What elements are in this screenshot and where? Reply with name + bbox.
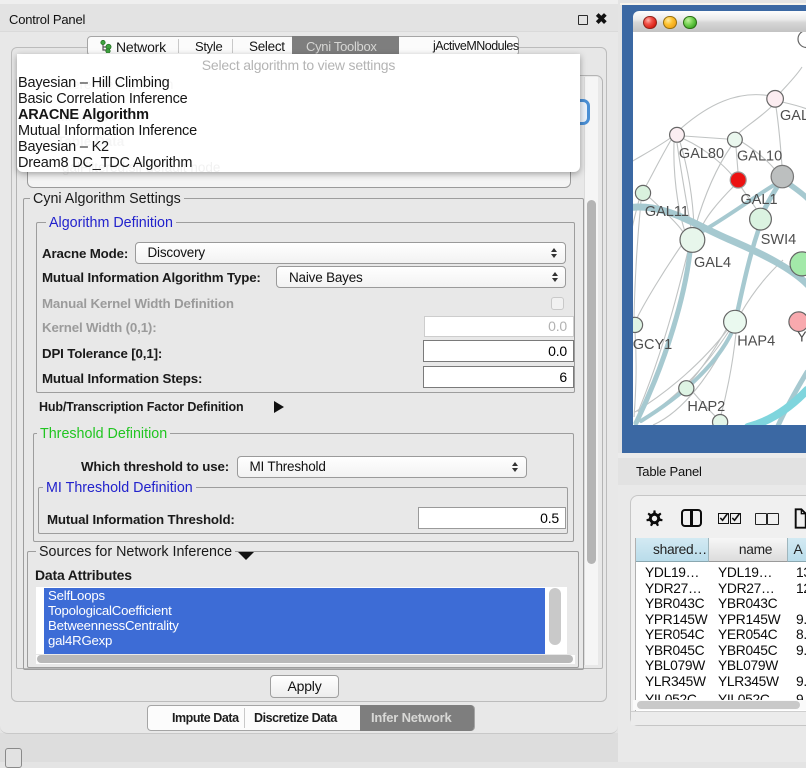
svg-text:GCY1: GCY1 (633, 337, 672, 353)
svg-text:HAP4: HAP4 (737, 334, 775, 350)
svg-text:SWI4: SWI4 (761, 232, 796, 248)
svg-text:GAL11: GAL11 (645, 204, 689, 220)
svg-text:GAL80: GAL80 (679, 146, 724, 162)
svg-text:YJR0: YJR0 (797, 329, 806, 345)
svg-text:GAL10: GAL10 (737, 149, 782, 165)
svg-text:GAL1: GAL1 (740, 192, 777, 208)
svg-text:HAP2: HAP2 (687, 399, 725, 415)
svg-text:GAL2: GAL2 (780, 108, 806, 124)
svg-text:GAL4: GAL4 (694, 255, 731, 271)
